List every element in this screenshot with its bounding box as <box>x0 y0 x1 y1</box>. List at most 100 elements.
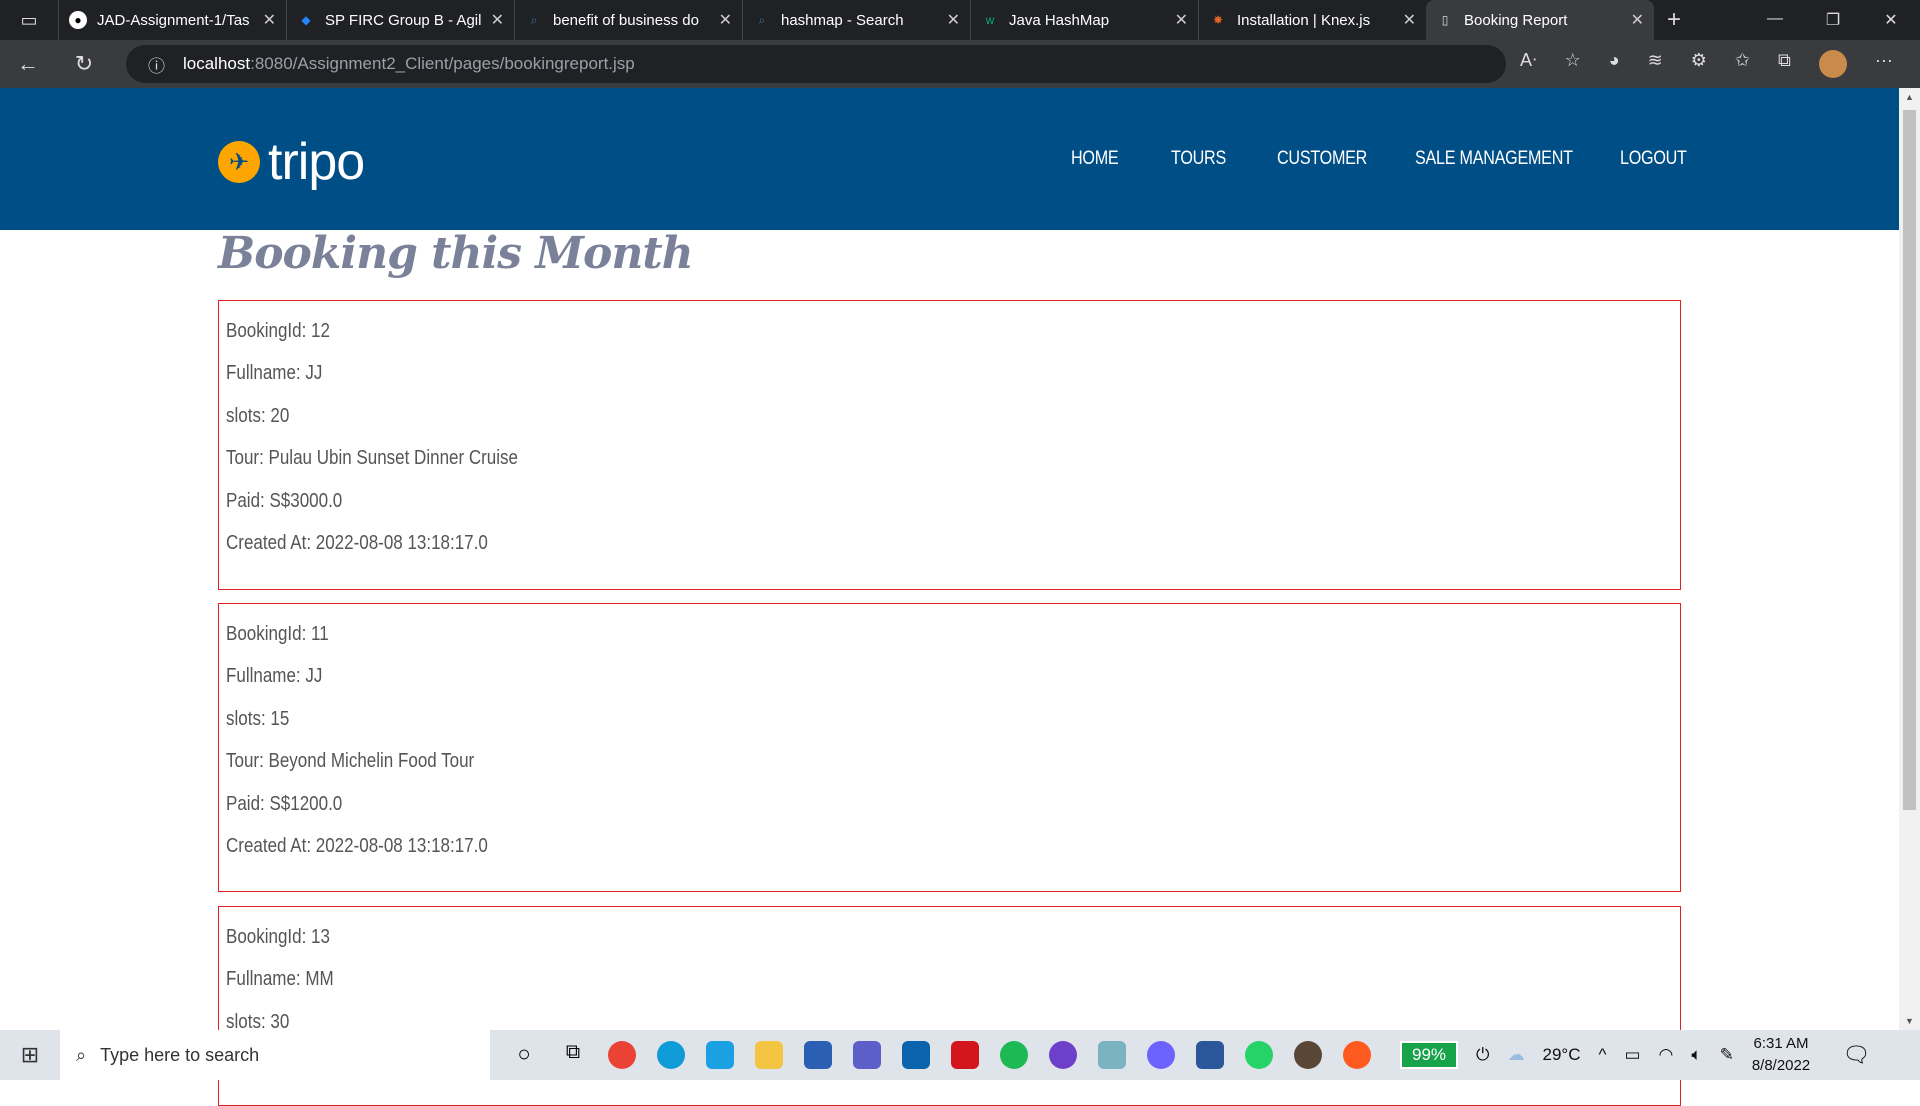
battery-percent[interactable]: 99% <box>1400 1041 1459 1069</box>
database-icon[interactable]: ≋ <box>1648 50 1663 78</box>
browser-tab[interactable]: ● JAD-Assignment-1/Tas ✕ <box>58 0 286 40</box>
extensions-icon[interactable]: ⚙ <box>1691 50 1707 78</box>
booking-fullname: Fullname: MM <box>226 968 334 991</box>
taskbar: ⊞ ⌕ Type here to search ○ ⧉ 99% ⏻ ☁ 29°C… <box>0 1030 1920 1080</box>
wifi-icon[interactable]: ◠ <box>1659 1045 1674 1065</box>
booking-created: Created At: 2022-08-08 13:18:17.0 <box>226 834 488 857</box>
booking-fullname: Fullname: JJ <box>226 362 323 385</box>
whatsapp-icon[interactable] <box>1245 1041 1273 1069</box>
app-icon[interactable] <box>1294 1041 1322 1069</box>
battery-icon[interactable]: ▭ <box>1624 1045 1640 1065</box>
scroll-up-icon[interactable]: ▲ <box>1899 92 1920 102</box>
weather-temp[interactable]: 29°C <box>1542 1045 1580 1065</box>
postman-icon[interactable] <box>1343 1041 1371 1069</box>
booking-slots: slots: 20 <box>226 404 290 427</box>
scroll-down-icon[interactable]: ▼ <box>1899 1016 1920 1026</box>
favorites-icon[interactable]: ✩ <box>1735 50 1750 78</box>
volume-icon[interactable]: 🔈︎ <box>1691 1045 1701 1065</box>
booking-card: BookingId: 12 Fullname: JJ slots: 20 Tou… <box>218 300 1681 590</box>
knex-icon: ✸ <box>1212 13 1224 27</box>
w3schools-icon: w <box>985 13 995 27</box>
acrobat-icon[interactable] <box>951 1041 979 1069</box>
collections-icon[interactable]: ⧉ <box>1778 50 1791 78</box>
booking-paid: Paid: S$3000.0 <box>226 489 343 512</box>
close-tab-icon[interactable]: ✕ <box>719 10 732 30</box>
refresh-icon[interactable]: ↻ <box>56 51 112 77</box>
extension-icon[interactable]: ◕ <box>1609 50 1620 78</box>
back-icon[interactable]: ← <box>0 51 56 77</box>
booking-tour: Tour: Beyond Michelin Food Tour <box>226 750 475 773</box>
notepad-icon[interactable] <box>1098 1041 1126 1069</box>
close-tab-icon[interactable]: ✕ <box>491 10 504 30</box>
github-desktop-icon[interactable] <box>1049 1041 1077 1069</box>
page-icon: ▯ <box>1441 13 1449 27</box>
nav-sale-management[interactable]: SALE MANAGEMENT <box>1415 148 1573 170</box>
close-tab-icon[interactable]: ✕ <box>263 10 276 30</box>
cortana-icon[interactable]: ○ <box>510 1041 538 1069</box>
avatar[interactable] <box>1818 50 1847 78</box>
cloud-icon[interactable]: ☁ <box>1507 1045 1524 1065</box>
read-aloud-icon[interactable]: Aᐧ <box>1520 50 1537 78</box>
nav-tours[interactable]: TOURS <box>1171 148 1226 170</box>
booking-card: BookingId: 11 Fullname: JJ slots: 15 Tou… <box>218 603 1681 892</box>
browser-tab-bar: ▭ ● JAD-Assignment-1/Tas ✕ ◆ SP FIRC Group … <box>0 0 1920 40</box>
jira-icon: ◆ <box>301 13 311 27</box>
edge-icon[interactable] <box>657 1041 685 1069</box>
url-input[interactable]: ⓘ localhost:8080/Assignment2_Client/page… <box>126 45 1506 83</box>
store-icon[interactable] <box>804 1041 832 1069</box>
notifications-icon[interactable]: 🗨︎ <box>1842 1042 1870 1068</box>
outlook-icon[interactable] <box>902 1041 930 1069</box>
browser-tab[interactable]: ⌕ benefit of business do ✕ <box>514 0 742 40</box>
browser-tab[interactable]: ◆ SP FIRC Group B - Agil ✕ <box>286 0 514 40</box>
search-icon: ⌕ <box>530 12 538 27</box>
new-tab-button[interactable]: + <box>1654 6 1694 34</box>
browser-tab[interactable]: ⌕ hashmap - Search ✕ <box>742 0 970 40</box>
taskbar-search-input[interactable]: ⌕ Type here to search <box>60 1030 490 1080</box>
close-tab-icon[interactable]: ✕ <box>1403 10 1416 30</box>
scrollbar[interactable]: ▲ ▼ <box>1899 88 1920 1030</box>
discord-icon[interactable] <box>1147 1041 1175 1069</box>
booking-id: BookingId: 12 <box>226 320 330 342</box>
pen-icon[interactable]: ✎ <box>1720 1045 1734 1065</box>
windows-start-icon[interactable]: ⊞ <box>0 1042 60 1068</box>
search-icon: ⌕ <box>76 1044 87 1065</box>
word-icon[interactable] <box>1196 1041 1224 1069</box>
close-tab-icon[interactable]: ✕ <box>1175 10 1188 30</box>
task-view-icon[interactable]: ⧉ <box>559 1041 587 1069</box>
plug-icon: ⏻ <box>1476 1045 1490 1064</box>
clock[interactable]: 6:31 AM 8/8/2022 <box>1752 1033 1810 1077</box>
browser-tab-active[interactable]: ▯ Booking Report ✕ <box>1426 0 1654 40</box>
booking-tour: Tour: Pulau Ubin Sunset Dinner Cruise <box>226 447 518 470</box>
scrollbar-thumb[interactable] <box>1903 110 1916 810</box>
close-tab-icon[interactable]: ✕ <box>947 10 960 30</box>
airplane-icon: ✈ <box>218 141 260 183</box>
chevron-up-icon[interactable]: ^ <box>1598 1045 1606 1065</box>
file-explorer-icon[interactable] <box>755 1041 783 1069</box>
booking-fullname: Fullname: JJ <box>226 665 323 688</box>
browser-tab[interactable]: ✸ Installation | Knex.js ✕ <box>1198 0 1426 40</box>
chrome-icon[interactable] <box>608 1041 636 1069</box>
nav-logout[interactable]: LOGOUT <box>1620 148 1687 170</box>
favorite-add-icon[interactable]: ☆ <box>1565 50 1581 78</box>
close-tab-icon[interactable]: ✕ <box>1631 10 1644 30</box>
address-bar-row: ← ↻ ⓘ localhost:8080/Assignment2_Client/… <box>0 40 1920 88</box>
tab-actions-icon[interactable]: ▭ <box>0 0 58 40</box>
nav-home[interactable]: HOME <box>1071 148 1119 170</box>
restore-icon[interactable]: ❐ <box>1804 10 1862 30</box>
app-l-icon[interactable] <box>706 1041 734 1069</box>
search-icon: ⌕ <box>758 12 766 27</box>
booking-id: BookingId: 11 <box>226 623 329 645</box>
minimize-icon[interactable]: — <box>1746 10 1804 30</box>
spotify-icon[interactable] <box>1000 1041 1028 1069</box>
booking-paid: Paid: S$1200.0 <box>226 792 343 815</box>
logo[interactable]: ✈ tripo <box>218 136 365 188</box>
page-title: Booking this Month <box>218 228 694 279</box>
more-icon[interactable]: ··· <box>1875 50 1893 78</box>
teams-icon[interactable] <box>853 1041 881 1069</box>
github-icon: ● <box>69 11 87 29</box>
nav-customer[interactable]: CUSTOMER <box>1277 148 1367 170</box>
info-icon: ⓘ <box>148 56 165 76</box>
close-window-icon[interactable]: ✕ <box>1862 10 1920 30</box>
browser-tab[interactable]: w Java HashMap ✕ <box>970 0 1198 40</box>
booking-id: BookingId: 13 <box>226 926 330 948</box>
